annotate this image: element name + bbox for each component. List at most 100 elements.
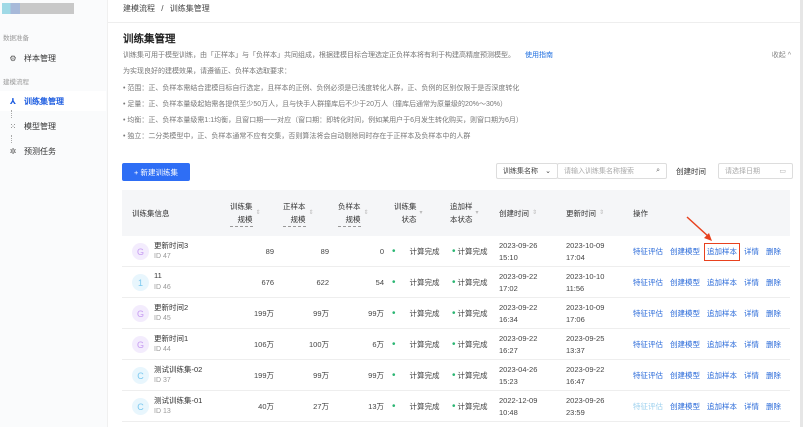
training-set-name[interactable]: 更新时间1: [154, 333, 188, 344]
filter-select[interactable]: 训练集名称 ⌄: [496, 163, 558, 179]
avatar: C: [132, 398, 149, 415]
action-add-samples-link[interactable]: 追加样本: [707, 277, 737, 289]
positive-size: 89: [320, 246, 329, 256]
action-evaluate-link[interactable]: 特征评估: [633, 370, 663, 382]
action-delete-link[interactable]: 删除: [766, 277, 781, 289]
action-delete-link[interactable]: 删除: [766, 401, 781, 413]
filter-icon: ▾: [475, 209, 479, 216]
avatar: G: [132, 243, 149, 260]
col-status[interactable]: 训练集 状态 ▾: [394, 190, 423, 236]
row-actions: 特征评估 创建模型 追加样本 详情 删除: [633, 329, 781, 360]
action-add-samples-link[interactable]: 追加样本: [707, 308, 737, 320]
col-updated[interactable]: 更新时间 ⇕: [566, 190, 604, 236]
search-input[interactable]: 请输入训练集名称搜索 ⌕: [557, 163, 667, 179]
status-dot: •: [392, 338, 396, 350]
created-time: 2023-09-26 15:10: [499, 240, 538, 262]
created-time: 2023-04-26 15:23: [499, 364, 538, 386]
action-add-samples-link[interactable]: 追加样本: [704, 242, 740, 261]
training-set-name[interactable]: 更新时间2: [154, 302, 188, 313]
model-icon: ⁙: [9, 121, 17, 131]
col-created[interactable]: 创建时间 ⇕: [499, 190, 537, 236]
updated-time: 2023-09-22 16:47: [566, 364, 605, 386]
action-details-link[interactable]: 详情: [744, 308, 759, 320]
col-info: 训练集信息: [132, 208, 170, 218]
training-set-name[interactable]: 测试训练集-01: [154, 395, 202, 406]
negative-size: 13万: [368, 401, 384, 411]
gear-icon: ⚙: [9, 53, 17, 63]
action-create-model-link[interactable]: 创建模型: [670, 370, 700, 382]
action-evaluate-link[interactable]: 特征评估: [633, 401, 663, 413]
breadcrumb-item[interactable]: 建模流程: [123, 4, 155, 13]
sort-icon: ⇕: [363, 209, 369, 216]
sort-icon: ⇕: [255, 209, 261, 216]
new-training-set-button[interactable]: + 新建训练集: [122, 163, 190, 181]
action-delete-link[interactable]: 删除: [766, 370, 781, 382]
training-set-name[interactable]: 更新时间3: [154, 240, 188, 251]
action-add-samples-link[interactable]: 追加样本: [707, 370, 737, 382]
action-delete-link[interactable]: 删除: [766, 339, 781, 351]
action-create-model-link[interactable]: 创建模型: [670, 401, 700, 413]
sidebar-item-samples[interactable]: ⚙ 样本管理: [0, 48, 106, 68]
sidebar-item-models[interactable]: ⁙ 模型管理: [0, 116, 106, 136]
annotation-arrow: [686, 216, 712, 241]
training-set-name[interactable]: 测试训练集-02: [154, 364, 202, 375]
sidebar-item-training-sets[interactable]: ⅄ 训练集管理: [0, 91, 106, 111]
size: 106万: [253, 339, 274, 349]
action-create-model-link[interactable]: 创建模型: [670, 308, 700, 320]
action-evaluate-link[interactable]: 特征评估: [633, 339, 663, 351]
training-set-id: ID 44: [154, 346, 171, 353]
guide-link[interactable]: 使用指南: [525, 52, 553, 59]
negative-size: 6万: [372, 339, 384, 349]
sort-icon: ⇕: [599, 209, 605, 216]
training-set-id: ID 47: [154, 253, 171, 260]
action-delete-link[interactable]: 删除: [766, 308, 781, 320]
action-create-model-link[interactable]: 创建模型: [670, 339, 700, 351]
col-negative[interactable]: 负样本 规模 ⇕: [338, 190, 369, 236]
sidebar-item-predictions[interactable]: ✲ 预测任务: [0, 141, 106, 161]
updated-time: 2023-10-09 17:06: [566, 302, 605, 324]
training-status: • 计算完成: [392, 338, 440, 350]
collapse-button[interactable]: 收起 ^: [772, 50, 791, 60]
table-row: G 更新时间2 ID 45 199万 99万 99万 • 计算完成 • 计算完成 2…: [122, 298, 790, 329]
action-details-link[interactable]: 详情: [744, 246, 759, 258]
section-label: 建模流程: [3, 79, 29, 86]
table-row: G 更新时间1 ID 44 106万 100万 6万 • 计算完成 • 计算完成 2…: [122, 329, 790, 360]
action-evaluate-link[interactable]: 特征评估: [633, 308, 663, 320]
table-row: 1 11 ID 46 676 622 54 • 计算完成 • 计算完成 2023-0…: [122, 267, 790, 298]
section-label: 数据准备: [3, 35, 29, 42]
action-evaluate-link[interactable]: 特征评估: [633, 246, 663, 258]
action-details-link[interactable]: 详情: [744, 401, 759, 413]
action-details-link[interactable]: 详情: [744, 339, 759, 351]
network-icon: ⅄: [9, 96, 17, 106]
table-row: C 测试训练集-02 ID 37 199万 99万 99万 • 计算完成 • 计算完…: [122, 360, 790, 391]
training-status: • 计算完成: [392, 369, 440, 381]
created-time: 2023-09-22 17:02: [499, 271, 538, 293]
action-create-model-link[interactable]: 创建模型: [670, 277, 700, 289]
date-picker[interactable]: 请选择日期 ▭: [718, 163, 793, 179]
row-actions: 特征评估 创建模型 追加样本 详情 删除: [633, 391, 781, 422]
sort-icon: ⇕: [532, 209, 538, 216]
action-create-model-link[interactable]: 创建模型: [670, 246, 700, 258]
col-size[interactable]: 训练集 规模 ⇕: [230, 190, 261, 236]
action-details-link[interactable]: 详情: [744, 370, 759, 382]
action-delete-link[interactable]: 删除: [766, 246, 781, 258]
breadcrumb: 建模流程 / 训练集管理: [123, 3, 210, 14]
divider: [108, 22, 803, 23]
table-row: C 测试训练集-01 ID 13 40万 27万 13万 • 计算完成 • 计算完成…: [122, 391, 790, 422]
positive-size: 27万: [313, 401, 329, 411]
status-dot: •: [452, 276, 456, 288]
action-evaluate-link[interactable]: 特征评估: [633, 277, 663, 289]
page-title: 训练集管理: [123, 33, 176, 45]
chevron-down-icon: ⌄: [545, 168, 551, 175]
main: 建模流程 / 训练集管理 训练集管理 训练集可用于模型训练，由「正样本」与「负样…: [108, 0, 803, 427]
col-positive[interactable]: 正样本 规模 ⇕: [283, 190, 314, 236]
training-set-name[interactable]: 11: [154, 271, 162, 280]
action-add-samples-link[interactable]: 追加样本: [707, 339, 737, 351]
bullet: • 均衡：正、负样本量级需1:1均衡，且窗口期一一对应（窗口期：即转化时间，例如…: [123, 117, 523, 124]
status-dot: •: [392, 307, 396, 319]
action-add-samples-link[interactable]: 追加样本: [707, 401, 737, 413]
row-actions: 特征评估 创建模型 追加样本 详情 删除: [633, 360, 781, 391]
training-status: • 计算完成: [392, 245, 440, 257]
col-add-status[interactable]: 追加样 本状态 ▾: [450, 190, 479, 236]
action-details-link[interactable]: 详情: [744, 277, 759, 289]
